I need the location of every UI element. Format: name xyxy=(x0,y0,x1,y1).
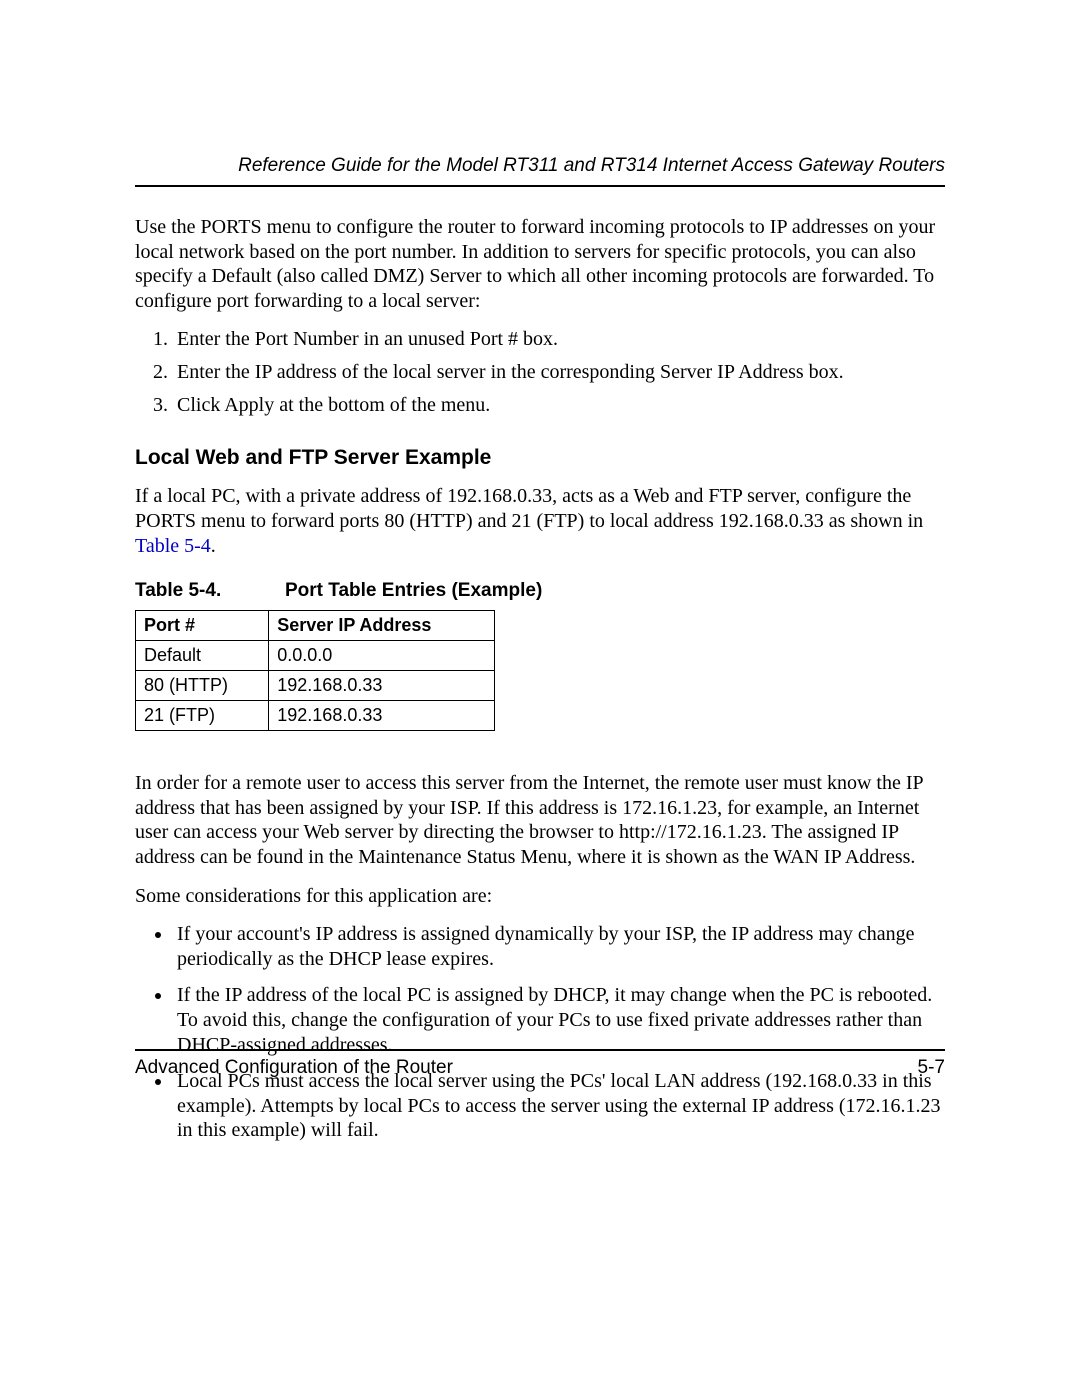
after-table-paragraph: In order for a remote user to access thi… xyxy=(135,771,945,869)
list-item: Click Apply at the bottom of the menu. xyxy=(173,393,945,418)
table-header-cell: Port # xyxy=(136,611,269,641)
list-item: If the IP address of the local PC is ass… xyxy=(173,983,945,1057)
table-header-cell: Server IP Address xyxy=(269,611,495,641)
intro-paragraph: Use the PORTS menu to configure the rout… xyxy=(135,215,945,313)
header-title: Reference Guide for the Model RT311 and … xyxy=(238,155,945,176)
text-run: . xyxy=(211,535,216,557)
example-paragraph: If a local PC, with a private address of… xyxy=(135,484,945,558)
table-row: 21 (FTP) 192.168.0.33 xyxy=(136,701,495,731)
table-cell: 192.168.0.33 xyxy=(269,701,495,731)
list-item: If your account's IP address is assigned… xyxy=(173,922,945,971)
text-run: If a local PC, with a private address of… xyxy=(135,485,923,532)
steps-list: Enter the Port Number in an unused Port … xyxy=(135,327,945,418)
document-page: Reference Guide for the Model RT311 and … xyxy=(0,0,1080,1397)
table-row: 80 (HTTP) 192.168.0.33 xyxy=(136,671,495,701)
table-row: Default 0.0.0.0 xyxy=(136,641,495,671)
footer-page-number: 5-7 xyxy=(918,1057,945,1079)
page-footer: Advanced Configuration of the Router 5-7 xyxy=(135,1049,945,1079)
table-crossref-link[interactable]: Table 5-4 xyxy=(135,535,211,557)
table-header-row: Port # Server IP Address xyxy=(136,611,495,641)
table-cell: 192.168.0.33 xyxy=(269,671,495,701)
port-table: Port # Server IP Address Default 0.0.0.0… xyxy=(135,610,495,731)
table-cell: 21 (FTP) xyxy=(136,701,269,731)
list-item: Local PCs must access the local server u… xyxy=(173,1069,945,1143)
list-item: Enter the IP address of the local server… xyxy=(173,360,945,385)
table-cell: 0.0.0.0 xyxy=(269,641,495,671)
table-cell: Default xyxy=(136,641,269,671)
table-title: Port Table Entries (Example) xyxy=(285,580,542,601)
table-number: Table 5-4. xyxy=(135,580,285,602)
table-cell: 80 (HTTP) xyxy=(136,671,269,701)
table-caption: Table 5-4.Port Table Entries (Example) xyxy=(135,580,945,602)
considerations-list: If your account's IP address is assigned… xyxy=(135,922,945,1143)
running-header: Reference Guide for the Model RT311 and … xyxy=(135,155,945,187)
list-item: Enter the Port Number in an unused Port … xyxy=(173,327,945,352)
considerations-lead: Some considerations for this application… xyxy=(135,884,945,909)
section-subheading: Local Web and FTP Server Example xyxy=(135,446,945,470)
footer-section: Advanced Configuration of the Router xyxy=(135,1057,453,1079)
